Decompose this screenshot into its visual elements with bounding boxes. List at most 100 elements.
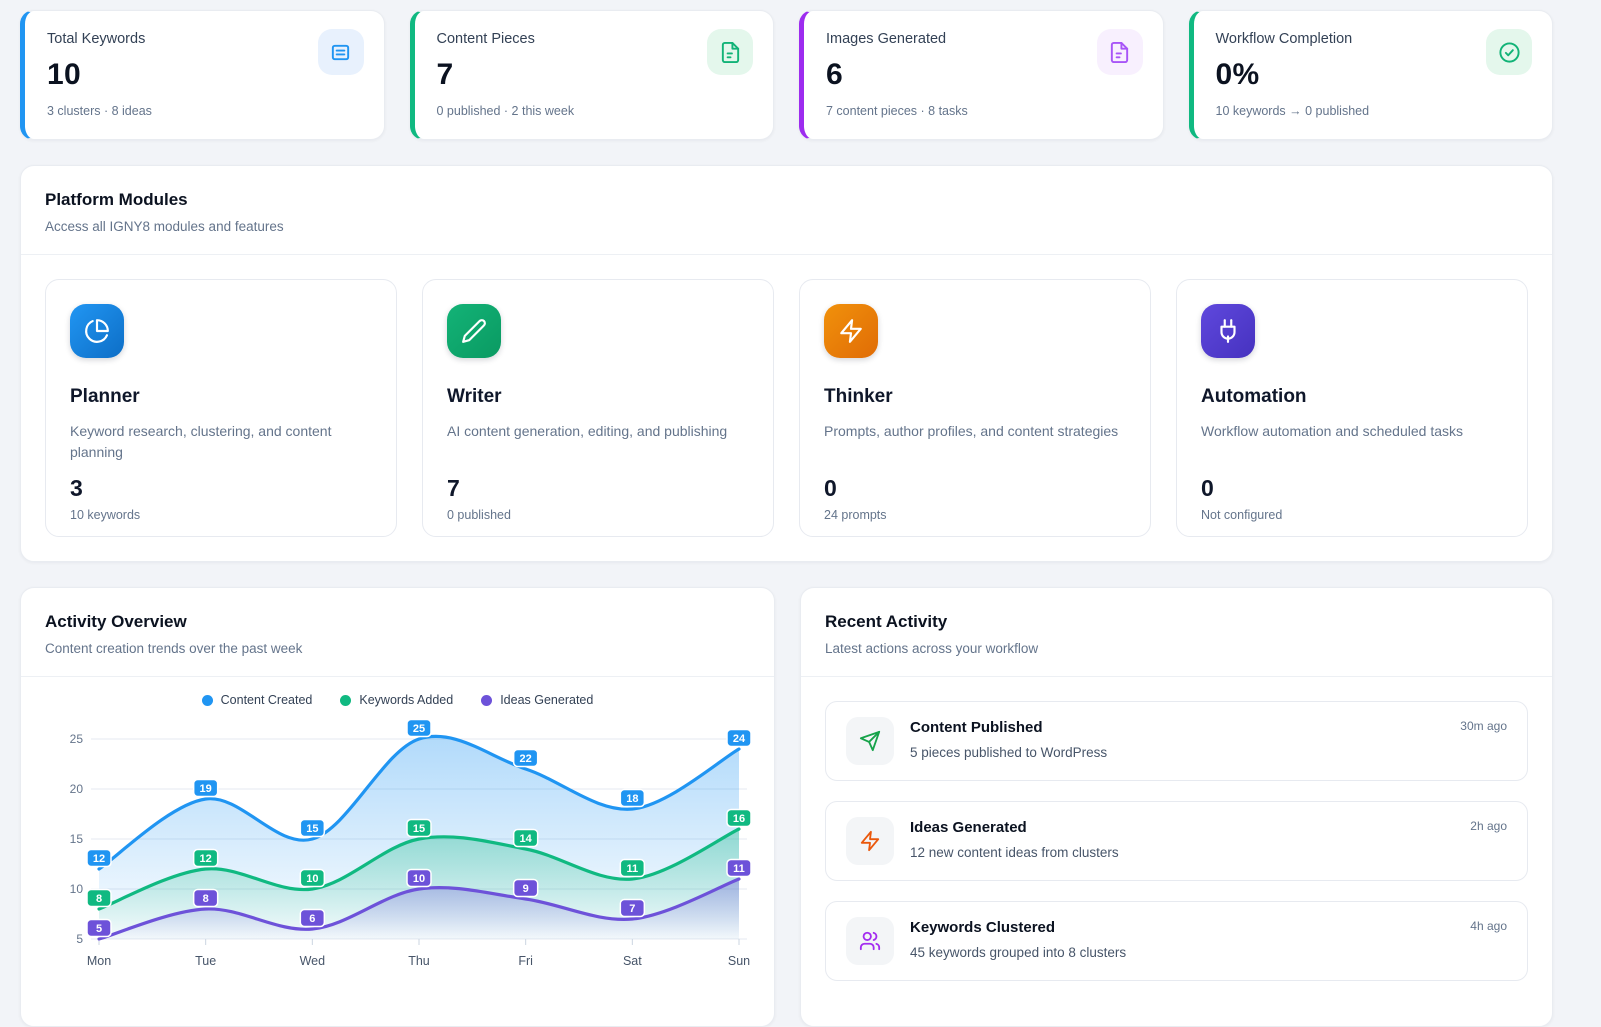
activity-text: Keywords Clustered 45 keywords grouped in… [910, 917, 1126, 960]
module-sub: Not configured [1201, 508, 1503, 522]
svg-text:7: 7 [629, 903, 635, 915]
svg-text:15: 15 [306, 823, 318, 835]
activity-description: 45 keywords grouped into 8 clusters [910, 945, 1126, 960]
module-description: Keyword research, clustering, and conten… [70, 421, 372, 463]
activity-timestamp: 30m ago [1460, 719, 1507, 733]
stat-sub: 10 keywords → 0 published [1216, 104, 1531, 118]
svg-text:Wed: Wed [300, 954, 326, 968]
stat-label: Images Generated [826, 31, 1141, 47]
svg-text:11: 11 [733, 863, 745, 875]
svg-text:9: 9 [523, 883, 529, 895]
recent-activity-subtitle: Latest actions across your workflow [825, 641, 1528, 656]
platform-modules-subtitle: Access all IGNY8 modules and features [45, 219, 1528, 234]
recent-activity-header: Recent Activity Latest actions across yo… [801, 588, 1552, 676]
stat-icon-badge [1486, 29, 1532, 75]
activity-chart: 252015105MonTueWedThuFriSatSun1219152522… [21, 709, 774, 980]
activity-text: Content Published 5 pieces published to W… [910, 717, 1107, 760]
stat-sub: 0 published · 2 this week [437, 104, 752, 118]
svg-text:18: 18 [626, 793, 638, 805]
module-icon-badge [1201, 304, 1255, 358]
stat-sub: 3 clusters · 8 ideas [47, 104, 362, 118]
plug-icon [1215, 318, 1241, 344]
svg-text:6: 6 [309, 913, 315, 925]
activity-title: Ideas Generated [910, 819, 1119, 836]
stat-card: Total Keywords 10 3 clusters · 8 ideas [20, 10, 385, 140]
svg-text:22: 22 [520, 753, 532, 765]
file-text-icon [1108, 41, 1131, 64]
file-text-icon [719, 41, 742, 64]
activity-icon-badge [846, 817, 894, 865]
stat-card: Workflow Completion 0% 10 keywords → 0 pub… [1189, 10, 1554, 140]
module-card-thinker[interactable]: ThinkerPrompts, author profiles, and con… [799, 279, 1151, 537]
modules-grid: PlannerKeyword research, clustering, and… [45, 279, 1528, 537]
legend-item[interactable]: Ideas Generated [481, 693, 593, 707]
stat-icon-badge [707, 29, 753, 75]
activity-item[interactable]: Ideas Generated12 new content ideas from… [825, 801, 1528, 881]
recent-activity-title: Recent Activity [825, 612, 1528, 632]
activity-overview-header: Activity Overview Content creation trend… [21, 588, 774, 676]
module-sub: 10 keywords [70, 508, 372, 522]
stat-card: Images Generated67 content pieces · 8 ta… [799, 10, 1164, 140]
activity-description: 5 pieces published to WordPress [910, 745, 1107, 760]
legend-label: Keywords Added [359, 693, 453, 707]
module-icon-badge [447, 304, 501, 358]
module-icon-badge [70, 304, 124, 358]
module-card-planner[interactable]: PlannerKeyword research, clustering, and… [45, 279, 397, 537]
legend-dot [481, 695, 492, 706]
activity-overview-subtitle: Content creation trends over the past we… [45, 641, 750, 656]
pie-chart-icon [84, 318, 110, 344]
module-card-automation[interactable]: AutomationWorkflow automation and schedu… [1176, 279, 1528, 537]
zap-icon [838, 318, 864, 344]
svg-text:15: 15 [70, 832, 84, 846]
svg-text:25: 25 [70, 732, 84, 746]
stat-label: Total Keywords [47, 31, 362, 47]
svg-text:16: 16 [733, 813, 745, 825]
legend-item[interactable]: Content Created [202, 693, 313, 707]
module-description: Workflow automation and scheduled tasks [1201, 421, 1503, 463]
svg-text:24: 24 [733, 733, 746, 745]
svg-text:8: 8 [96, 893, 102, 905]
stat-label: Content Pieces [437, 31, 752, 47]
activity-title: Keywords Clustered [910, 919, 1126, 936]
recent-activity-panel: Recent Activity Latest actions across yo… [800, 587, 1553, 1027]
activity-item[interactable]: Content Published 5 pieces published to W… [825, 701, 1528, 781]
activity-overview-panel: Activity Overview Content creation trend… [20, 587, 775, 1027]
svg-text:Tue: Tue [195, 954, 216, 968]
chart-legend: Content Created Keywords Added Ideas Gener… [21, 677, 774, 709]
svg-text:19: 19 [200, 783, 212, 795]
module-value: 0 [824, 475, 1126, 502]
dashboard-page: Total Keywords 10 3 clusters · 8 ideas Cont… [0, 0, 1601, 1027]
module-card-writer[interactable]: WriterAI content generation, editing, an… [422, 279, 774, 537]
legend-label: Content Created [221, 693, 313, 707]
stat-label: Workflow Completion [1216, 31, 1531, 47]
stat-value: 6 [826, 58, 1141, 92]
module-sub: 0 published [447, 508, 749, 522]
check-circle-icon [1498, 41, 1521, 64]
svg-text:Thu: Thu [408, 954, 430, 968]
svg-text:11: 11 [627, 863, 639, 875]
stat-value: 10 [47, 58, 362, 92]
module-icon-badge [824, 304, 878, 358]
activity-overview-title: Activity Overview [45, 612, 750, 632]
svg-text:12: 12 [93, 853, 105, 865]
svg-text:10: 10 [306, 873, 318, 885]
legend-label: Ideas Generated [500, 693, 593, 707]
module-sub: 24 prompts [824, 508, 1126, 522]
activity-item[interactable]: Keywords Clustered 45 keywords grouped in… [825, 901, 1528, 981]
svg-text:Mon: Mon [87, 954, 111, 968]
stat-card: Content Pieces70 published · 2 this week [410, 10, 775, 140]
stat-icon-badge [1097, 29, 1143, 75]
legend-item[interactable]: Keywords Added [340, 693, 453, 707]
module-description: AI content generation, editing, and publ… [447, 421, 749, 463]
svg-text:25: 25 [413, 723, 425, 735]
activity-title: Content Published [910, 719, 1107, 736]
zap-icon [859, 830, 881, 852]
svg-text:12: 12 [200, 853, 212, 865]
activity-timestamp: 2h ago [1470, 819, 1507, 833]
stat-value: 0% [1216, 58, 1531, 92]
svg-text:15: 15 [413, 823, 425, 835]
svg-text:10: 10 [413, 873, 425, 885]
activity-text: Ideas Generated12 new content ideas from… [910, 817, 1119, 860]
stat-icon-badge [318, 29, 364, 75]
platform-modules-title: Platform Modules [45, 190, 1528, 210]
